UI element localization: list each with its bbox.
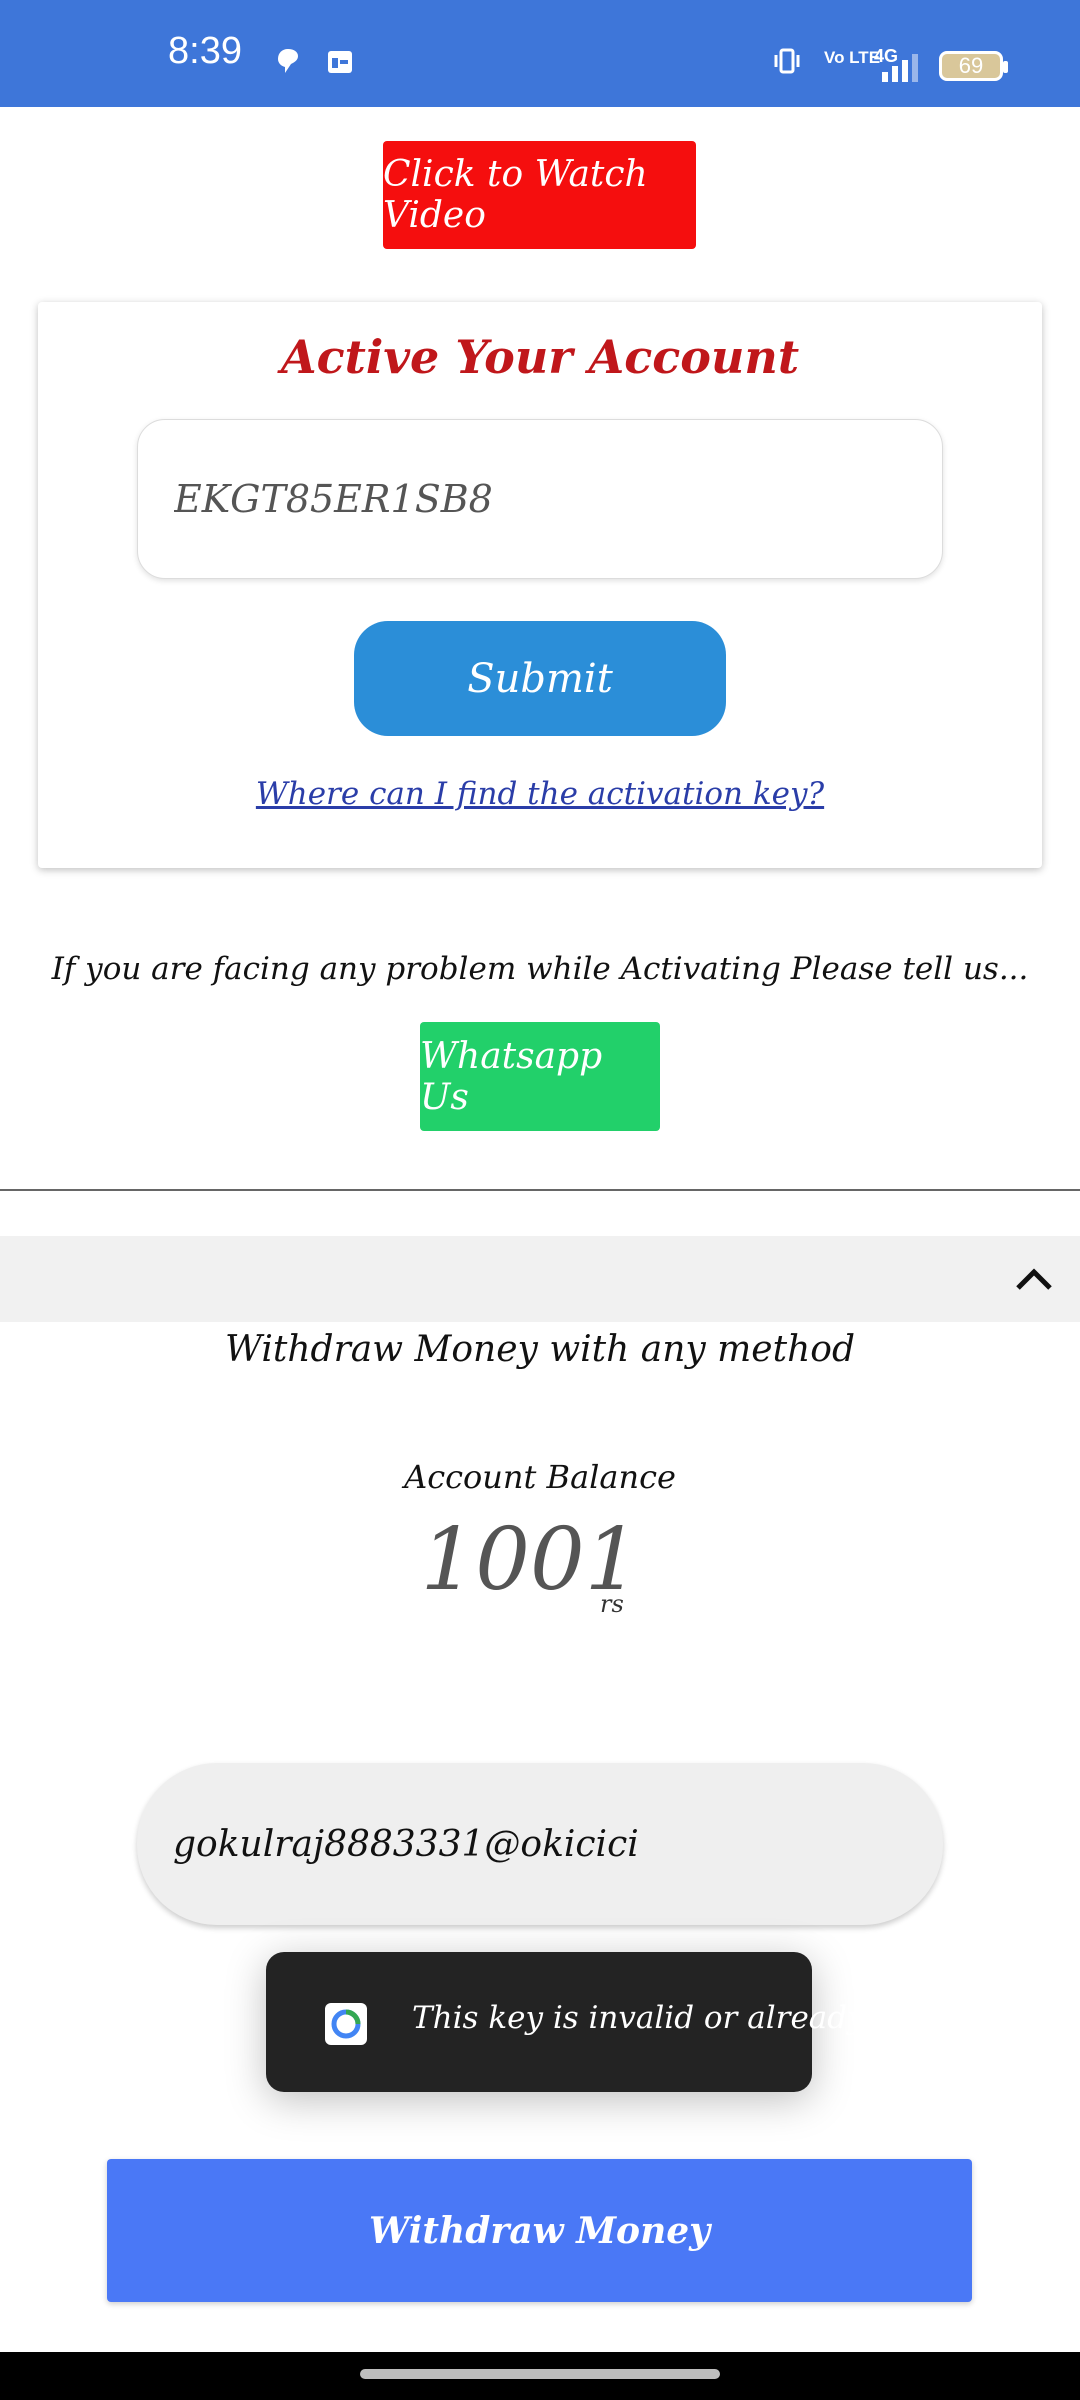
signal-icon (882, 54, 918, 82)
collapse-bar[interactable] (0, 1236, 1080, 1322)
divider (0, 1189, 1080, 1191)
vibrate-icon (774, 48, 800, 74)
battery-icon: 69 (939, 51, 1008, 81)
toast-message: This key is invalid or already use (412, 2000, 929, 2036)
balance-value: 1001 (420, 1510, 640, 1610)
calendar-notification-icon (328, 51, 352, 73)
support-message: If you are facing any problem while Acti… (51, 951, 1029, 987)
notification-icon (278, 49, 298, 73)
watch-video-button[interactable]: Click to Watch Video (383, 141, 696, 249)
balance-unit: rs (600, 1590, 624, 1618)
whatsapp-button[interactable]: Whatsapp Us (420, 1022, 660, 1131)
withdraw-money-button[interactable]: Withdraw Money (107, 2159, 972, 2302)
activation-key-input[interactable] (137, 419, 943, 579)
volte-indicator: Vo LTE (824, 48, 881, 67)
submit-button[interactable]: Submit (354, 621, 726, 736)
app-icon (325, 2003, 367, 2045)
upi-id-input[interactable] (137, 1763, 943, 1925)
balance-label: Account Balance (404, 1458, 676, 1496)
chevron-up-icon[interactable] (1014, 1264, 1054, 1294)
activation-help-link[interactable]: Where can I find the activation key? (0, 776, 1080, 812)
withdraw-heading: Withdraw Money with any method (225, 1329, 855, 1370)
activation-title: Active Your Account (280, 330, 800, 384)
status-time: 8:39 (168, 30, 242, 72)
home-gesture-handle[interactable] (360, 2369, 720, 2379)
